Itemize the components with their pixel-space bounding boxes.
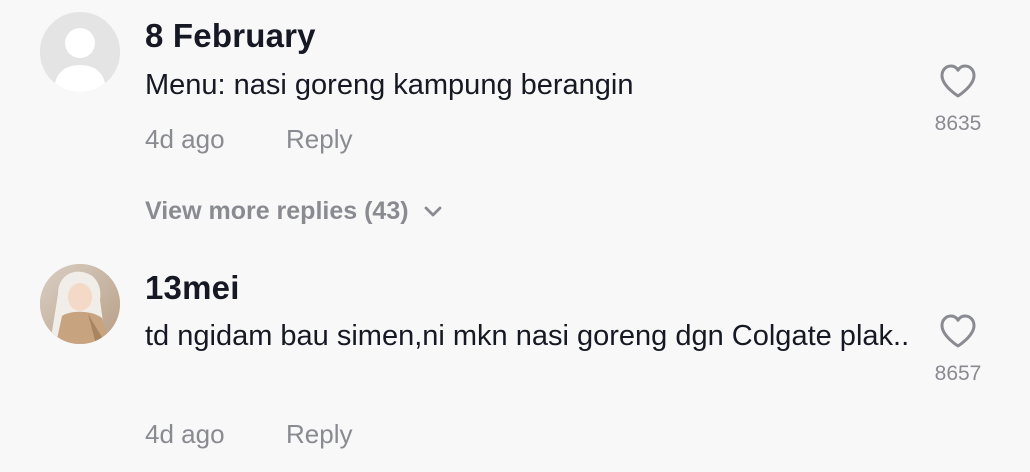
view-more-replies-label: View more replies (43) [145,197,409,225]
like-button[interactable]: 8635 [918,63,998,136]
like-count: 8657 [934,362,982,385]
comment-text: Menu: nasi goreng kampung berangin [145,69,634,101]
comment-username[interactable]: 8 February [145,16,316,56]
like-count: 8635 [934,112,982,135]
comment-meta: 4d ago Reply [145,124,352,154]
view-more-replies-button[interactable]: View more replies (43) [145,196,443,226]
heart-icon [940,64,976,98]
heart-icon [940,314,976,348]
like-button[interactable]: 8657 [918,313,998,386]
default-avatar-icon [40,12,120,92]
comment-timestamp: 4d ago [145,419,225,449]
comment-timestamp: 4d ago [145,124,225,154]
user-photo-avatar [40,264,120,344]
avatar[interactable] [40,12,120,92]
comment-username[interactable]: 13mei [145,268,240,308]
reply-button[interactable]: Reply [286,419,352,449]
avatar[interactable] [40,264,120,344]
comment-text: td ngidam bau simen,ni mkn nasi goreng d… [145,320,910,352]
chevron-down-icon [424,206,441,217]
comment-meta: 4d ago Reply [145,419,352,449]
reply-button[interactable]: Reply [286,124,352,154]
